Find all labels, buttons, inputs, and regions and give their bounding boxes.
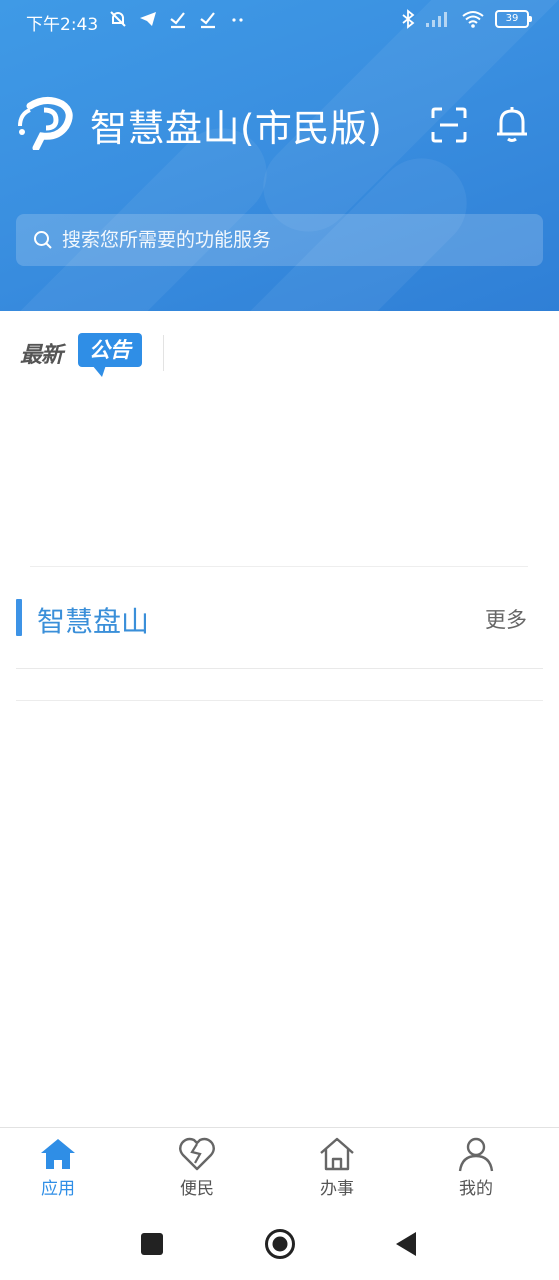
status-time: 下午2:43 xyxy=(26,15,99,35)
section-divider xyxy=(16,700,543,701)
checkmark-icon xyxy=(200,12,215,29)
search-icon xyxy=(34,231,52,249)
tab-label: 我的 xyxy=(459,1179,493,1199)
city-logo-icon xyxy=(18,97,73,150)
section-accent-bar xyxy=(16,599,22,636)
tab-label: 应用 xyxy=(41,1179,75,1199)
home-icon xyxy=(41,1139,75,1169)
tab-profile[interactable]: 我的 xyxy=(431,1136,521,1200)
scan-icon[interactable] xyxy=(430,106,468,144)
status-notification-icons xyxy=(108,9,248,29)
notice-badge-announcement: 公告 xyxy=(78,333,142,377)
house-outline-icon xyxy=(320,1137,354,1171)
heart-icon xyxy=(179,1137,215,1171)
tab-services[interactable]: 办事 xyxy=(292,1136,382,1200)
bottom-tab-bar: 应用 便民 办事 我的 xyxy=(0,1127,559,1208)
app-title: 智慧盘山(市民版) xyxy=(90,107,383,150)
search-input[interactable] xyxy=(60,228,543,252)
latest-notice-panel: 最新 公告 xyxy=(0,311,559,567)
wifi-icon xyxy=(462,11,484,28)
battery-indicator: 39 xyxy=(495,10,532,28)
app-screen: 下午2:43 39 智慧盘山(市民版) 搜索您所需要的功能服务 最新 公告 智慧… xyxy=(0,0,559,1280)
notice-divider xyxy=(163,335,164,371)
mute-bell-icon xyxy=(110,11,126,27)
tab-apps[interactable]: 应用 xyxy=(13,1136,103,1200)
tab-label: 办事 xyxy=(320,1179,354,1199)
system-navigation-bar xyxy=(0,1207,559,1280)
more-dots-icon xyxy=(232,18,243,22)
more-link[interactable]: 更多 xyxy=(485,604,527,634)
section-header: 智慧盘山 更多 xyxy=(0,590,559,650)
status-bar: 下午2:43 39 xyxy=(0,0,559,42)
search-bar[interactable] xyxy=(16,214,543,266)
back-icon[interactable] xyxy=(394,1230,418,1258)
bell-icon[interactable] xyxy=(493,104,531,144)
home-button-icon[interactable] xyxy=(264,1228,296,1260)
section-title: 智慧盘山 xyxy=(37,605,150,638)
tab-convenience[interactable]: 便民 xyxy=(152,1136,242,1200)
status-system-icons: 39 xyxy=(401,9,532,29)
person-icon xyxy=(458,1137,494,1172)
tab-label: 便民 xyxy=(180,1179,214,1199)
notice-badge-latest: 最新 xyxy=(20,343,63,368)
notice-bottom-divider xyxy=(30,566,528,567)
recent-apps-icon[interactable] xyxy=(140,1232,164,1256)
header-banner: 下午2:43 39 智慧盘山(市民版) xyxy=(0,0,559,311)
section-divider xyxy=(16,668,543,669)
signal-icon xyxy=(426,12,447,27)
telegram-icon xyxy=(140,12,156,26)
checkmark-icon xyxy=(170,12,185,29)
bluetooth-icon xyxy=(402,9,415,29)
